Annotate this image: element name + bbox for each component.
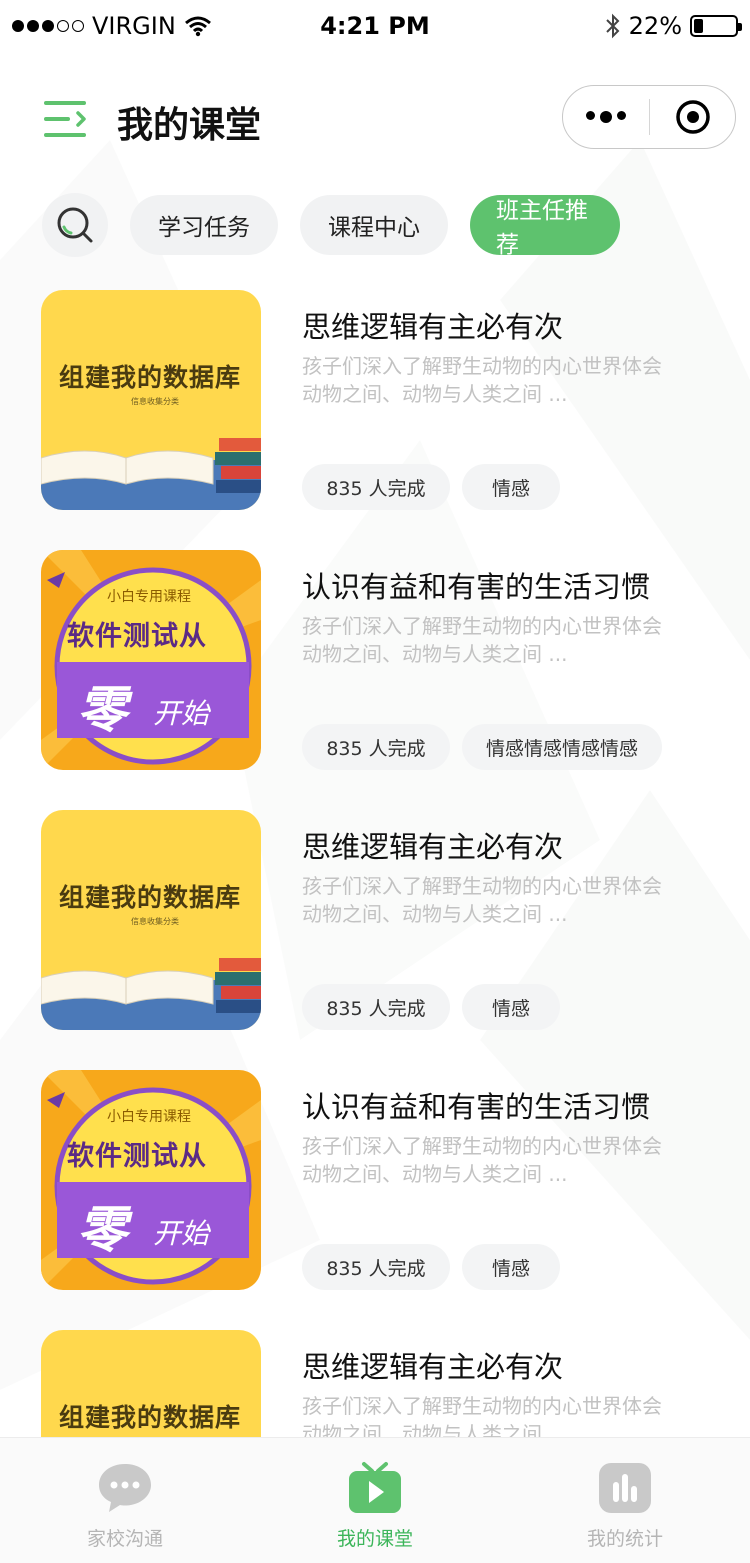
thumbnail-zero-text: 零 [77, 681, 127, 739]
book-stack-icon [215, 958, 261, 1013]
book-stack-icon [215, 438, 261, 493]
course-thumbnail: 小白专用课程 软件测试从 零 开始 [41, 550, 261, 770]
course-thumbnail: 小白专用课程 软件测试从 零 开始 [41, 1070, 261, 1290]
thumbnail-title: 组建我的数据库 [59, 363, 242, 392]
category-tag: 情感 [462, 1244, 560, 1290]
thumbnail-start-text: 开始 [153, 697, 210, 730]
completed-count-tag: 835 人完成 [302, 464, 450, 510]
menu-icon[interactable] [44, 99, 88, 139]
search-button[interactable] [42, 193, 108, 257]
course-item[interactable]: 组建我的数据库 信息收集分类 思维逻辑有主必有次 孩子们深入了解野生动物的内心世… [41, 810, 721, 1030]
filter-tabs: 学习任务 课程中心 班主任推荐 [42, 193, 620, 258]
course-title: 认识有益和有害的生活习惯 [302, 1090, 651, 1124]
course-item[interactable]: 组建我的数据库 信息收集分类 思维逻辑有主必有次 孩子们深入了解野生动物的内心世… [41, 290, 721, 510]
status-bar: VIRGIN 4:21 PM 22% [0, 0, 750, 52]
category-tag: 情感 [462, 984, 560, 1030]
thumbnail-subtitle: 信息收集分类 [131, 917, 179, 926]
tabbar-item-my-class[interactable]: 我的课堂 [250, 1438, 500, 1563]
tabbar-label: 我的课堂 [336, 1528, 413, 1550]
tabbar-label: 家校沟通 [86, 1528, 163, 1550]
thumbnail-small-text: 小白专用课程 [107, 1109, 191, 1125]
carrier-name: VIRGIN [92, 12, 176, 40]
tv-play-icon [349, 1462, 401, 1513]
thumbnail-zero-text: 零 [77, 1201, 127, 1259]
bar-chart-icon [599, 1463, 651, 1513]
completed-count-tag: 835 人完成 [302, 984, 450, 1030]
course-thumbnail: 组建我的数据库 信息收集分类 [41, 290, 261, 510]
tabbar-label: 我的统计 [586, 1528, 663, 1550]
course-thumbnail: 组建我的数据库 信息收集分类 [41, 810, 261, 1030]
course-title: 认识有益和有害的生活习惯 [302, 570, 651, 604]
course-item[interactable]: 小白专用课程 软件测试从 零 开始 认识有益和有害的生活习惯 孩子们深入了解野生… [41, 550, 721, 770]
course-title: 思维逻辑有主必有次 [302, 830, 564, 864]
thumbnail-start-text: 开始 [153, 1217, 210, 1250]
tab-study-tasks[interactable]: 学习任务 [130, 195, 278, 255]
tab-teacher-recommend[interactable]: 班主任推荐 [470, 195, 620, 258]
wifi-icon [184, 16, 211, 37]
bluetooth-icon [605, 13, 620, 39]
battery-percent: 22% [628, 12, 682, 40]
thumbnail-title: 软件测试从 [67, 1141, 207, 1172]
tabbar-item-my-stats[interactable]: 我的统计 [500, 1438, 750, 1563]
category-tag: 情感 [462, 464, 560, 510]
header: 我的课堂 [0, 82, 750, 154]
course-title: 思维逻辑有主必有次 [302, 310, 564, 344]
open-book-icon [41, 450, 214, 485]
category-tag: 情感情感情感情感 [462, 724, 663, 770]
course-description: 孩子们深入了解野生动物的内心世界体会动物之间、动物与人类之间 ... [302, 874, 662, 926]
course-description: 孩子们深入了解野生动物的内心世界体会动物之间、动物与人类之间 ... [302, 614, 662, 666]
signal-strength-icon [12, 20, 84, 32]
status-time: 4:21 PM [320, 12, 430, 40]
tab-course-center[interactable]: 课程中心 [300, 195, 448, 255]
completed-count-tag: 835 人完成 [302, 1244, 450, 1290]
bottom-tab-bar: 家校沟通 我的课堂 我的统计 [0, 1437, 750, 1563]
completed-count-tag: 835 人完成 [302, 724, 450, 770]
thumbnail-title: 组建我的数据库 [59, 1403, 242, 1432]
thumbnail-title: 组建我的数据库 [59, 883, 242, 912]
thumbnail-subtitle: 信息收集分类 [131, 397, 179, 406]
more-options-icon[interactable] [563, 111, 649, 123]
close-target-icon[interactable] [650, 99, 735, 135]
battery-icon [690, 15, 742, 37]
open-book-icon [41, 970, 214, 1005]
tabbar-item-home-school[interactable]: 家校沟通 [0, 1438, 250, 1563]
page-title: 我的课堂 [117, 105, 262, 146]
course-description: 孩子们深入了解野生动物的内心世界体会动物之间、动物与人类之间 ... [302, 1134, 662, 1186]
chat-bubble-icon [99, 1464, 151, 1512]
course-item[interactable]: 小白专用课程 软件测试从 零 开始 认识有益和有害的生活习惯 孩子们深入了解野生… [41, 1070, 721, 1290]
thumbnail-title: 软件测试从 [67, 621, 207, 652]
thumbnail-small-text: 小白专用课程 [107, 589, 191, 605]
course-title: 思维逻辑有主必有次 [302, 1350, 564, 1384]
search-icon [57, 207, 93, 243]
miniprogram-capsule [562, 85, 736, 149]
course-description: 孩子们深入了解野生动物的内心世界体会动物之间、动物与人类之间 ... [302, 354, 662, 406]
